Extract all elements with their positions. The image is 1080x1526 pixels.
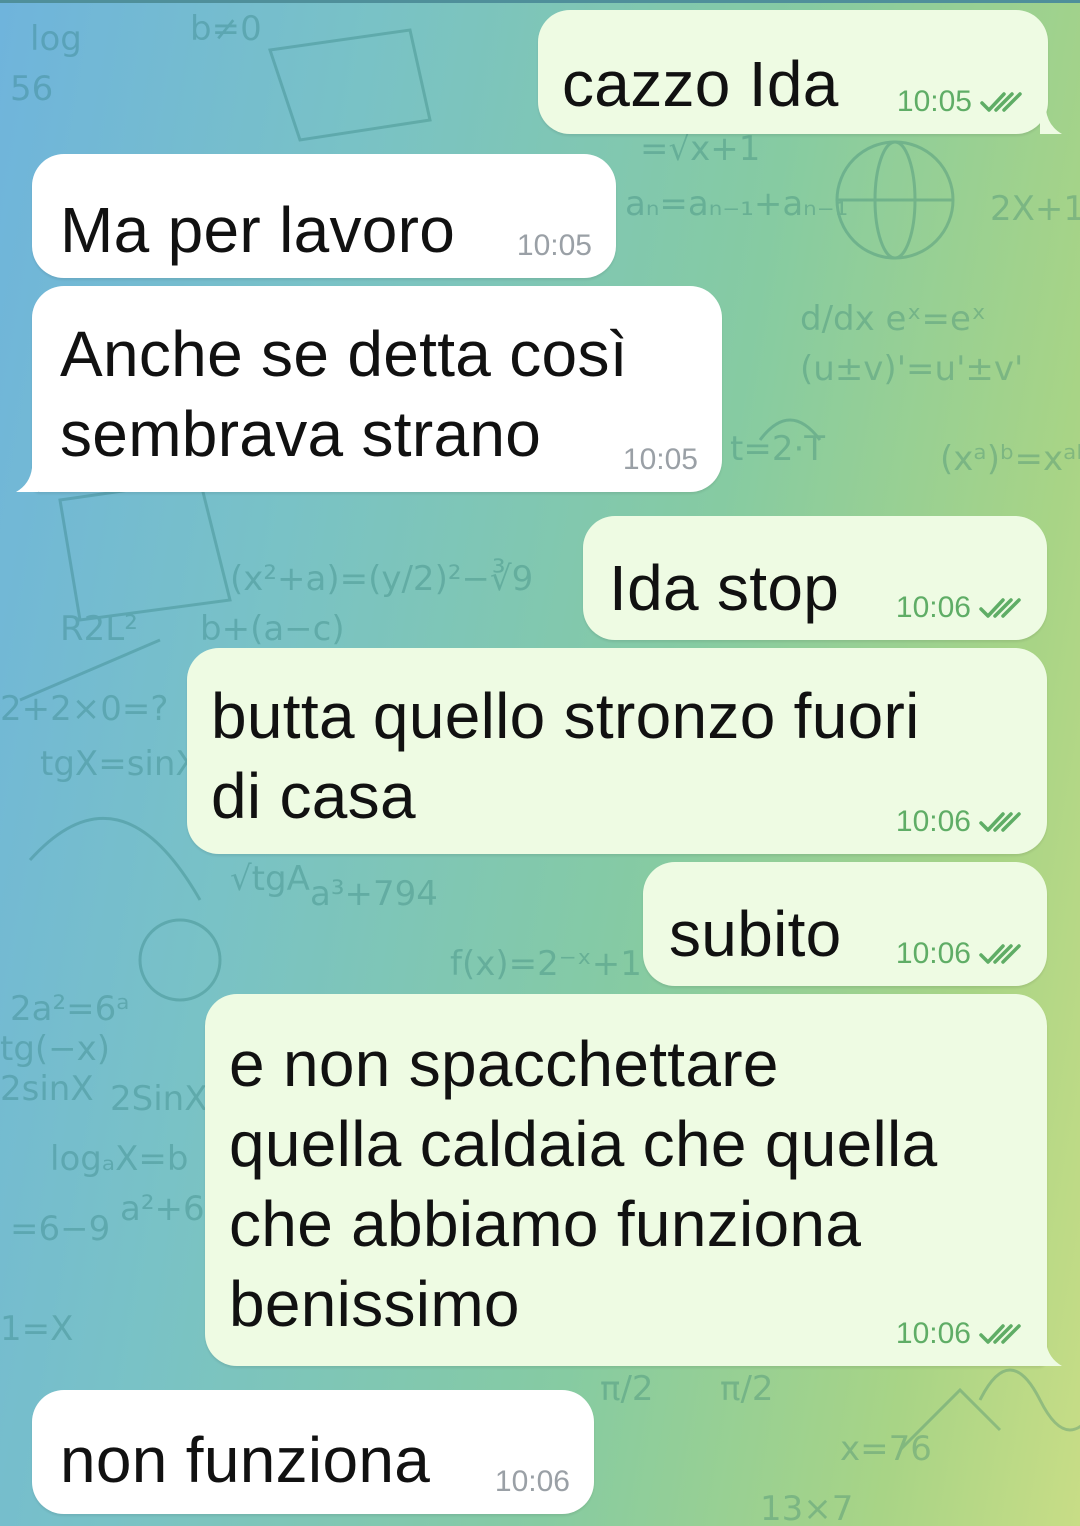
message-bubble-incoming[interactable]: non funziona 10:06 (32, 1390, 594, 1514)
svg-text:2sinX: 2sinX (0, 1069, 94, 1109)
double-check-icon (979, 810, 1023, 834)
message-meta: 10:06 (896, 1316, 1023, 1352)
message-bubble-incoming[interactable]: Ma per lavoro 10:05 (32, 154, 616, 278)
message-meta: 10:05 (897, 84, 1024, 120)
message-meta: 10:05 (623, 442, 698, 478)
svg-text:13×7: 13×7 (760, 1489, 853, 1526)
svg-text:56: 56 (10, 69, 53, 109)
svg-text:b+(a−c): b+(a−c) (200, 609, 345, 649)
message-meta: 10:05 (517, 228, 592, 264)
svg-text:logₐX=b: logₐX=b (50, 1139, 189, 1179)
message-time: 10:05 (516, 229, 592, 262)
double-check-icon (979, 596, 1023, 620)
svg-text:2SinX: 2SinX (110, 1079, 208, 1119)
message-time: 10:06 (895, 591, 971, 624)
svg-text:√tgA: √tgA (230, 859, 310, 899)
svg-text:1=X: 1=X (0, 1309, 73, 1349)
message-bubble-outgoing[interactable]: butta quello stronzo fuori di casa 10:06 (187, 648, 1047, 854)
message-bubble-outgoing[interactable]: e non spacchettare quella caldaia che qu… (205, 994, 1047, 1366)
message-time: 10:06 (895, 1317, 971, 1350)
message-text: Ida stop (609, 552, 840, 624)
svg-text:2a²=6ᵃ: 2a²=6ᵃ (10, 989, 130, 1029)
svg-text:a³+794: a³+794 (310, 874, 438, 914)
svg-text:b≠0: b≠0 (190, 9, 262, 49)
svg-text:2X+13: 2X+13 (990, 189, 1080, 229)
svg-text:(xᵃ)ᵇ=xᵃᵇ: (xᵃ)ᵇ=xᵃᵇ (940, 439, 1080, 479)
message-time: 10:06 (895, 937, 971, 970)
message-time: 10:05 (622, 443, 698, 476)
svg-text:a²+6: a²+6 (120, 1189, 205, 1229)
svg-text:π/2: π/2 (600, 1369, 654, 1409)
svg-text:d/dx eˣ=eˣ: d/dx eˣ=eˣ (800, 299, 986, 339)
svg-text:(x²+a)=(y/2)²−∛9: (x²+a)=(y/2)²−∛9 (230, 558, 533, 599)
top-edge-line (0, 0, 1080, 3)
svg-text:=6−9: =6−9 (10, 1209, 110, 1249)
message-bubble-outgoing[interactable]: Ida stop 10:06 (583, 516, 1047, 640)
message-text: subito (669, 898, 842, 970)
double-check-icon (979, 942, 1023, 966)
message-meta: 10:06 (896, 590, 1023, 626)
message-text: butta quello stronzo fuori di casa (211, 680, 920, 832)
message-time: 10:06 (494, 1465, 570, 1498)
message-meta: 10:06 (896, 804, 1023, 840)
message-time: 10:05 (896, 85, 972, 118)
message-bubble-outgoing[interactable]: cazzo Ida 10:05 (538, 10, 1048, 134)
bubble-tail (1040, 1342, 1062, 1366)
svg-text:aₙ=aₙ₋₁+aₙ₋₁: aₙ=aₙ₋₁+aₙ₋₁ (625, 184, 848, 224)
svg-text:R2L²: R2L² (60, 609, 138, 649)
message-bubble-outgoing[interactable]: subito 10:06 (643, 862, 1047, 986)
message-text: e non spacchettare quella caldaia che qu… (229, 1028, 938, 1340)
svg-text:x=76: x=76 (840, 1429, 932, 1469)
svg-text:t=2·T: t=2·T (730, 429, 825, 469)
bubble-tail (16, 468, 38, 492)
svg-text:π/2: π/2 (720, 1369, 774, 1409)
message-text: Anche se detta così sembrava strano (60, 318, 628, 470)
svg-text:(u±v)'=u'±v': (u±v)'=u'±v' (800, 349, 1023, 389)
message-time: 10:06 (895, 805, 971, 838)
svg-text:f(x)=2⁻ˣ+1: f(x)=2⁻ˣ+1 (450, 944, 642, 984)
double-check-icon (979, 1322, 1023, 1346)
message-meta: 10:06 (495, 1464, 570, 1500)
svg-text:tg(−x): tg(−x) (0, 1029, 110, 1069)
message-text: Ma per lavoro (60, 194, 456, 266)
svg-text:log: log (30, 19, 82, 59)
message-bubble-incoming[interactable]: Anche se detta così sembrava strano 10:0… (32, 286, 722, 492)
message-text: non funziona (60, 1424, 431, 1496)
svg-text:=√x+1: =√x+1 (640, 129, 760, 169)
message-meta: 10:06 (896, 936, 1023, 972)
double-check-icon (980, 90, 1024, 114)
bubble-tail (1040, 110, 1062, 134)
svg-text:2+2×0=?: 2+2×0=? (0, 689, 168, 729)
message-text: cazzo Ida (562, 48, 839, 120)
